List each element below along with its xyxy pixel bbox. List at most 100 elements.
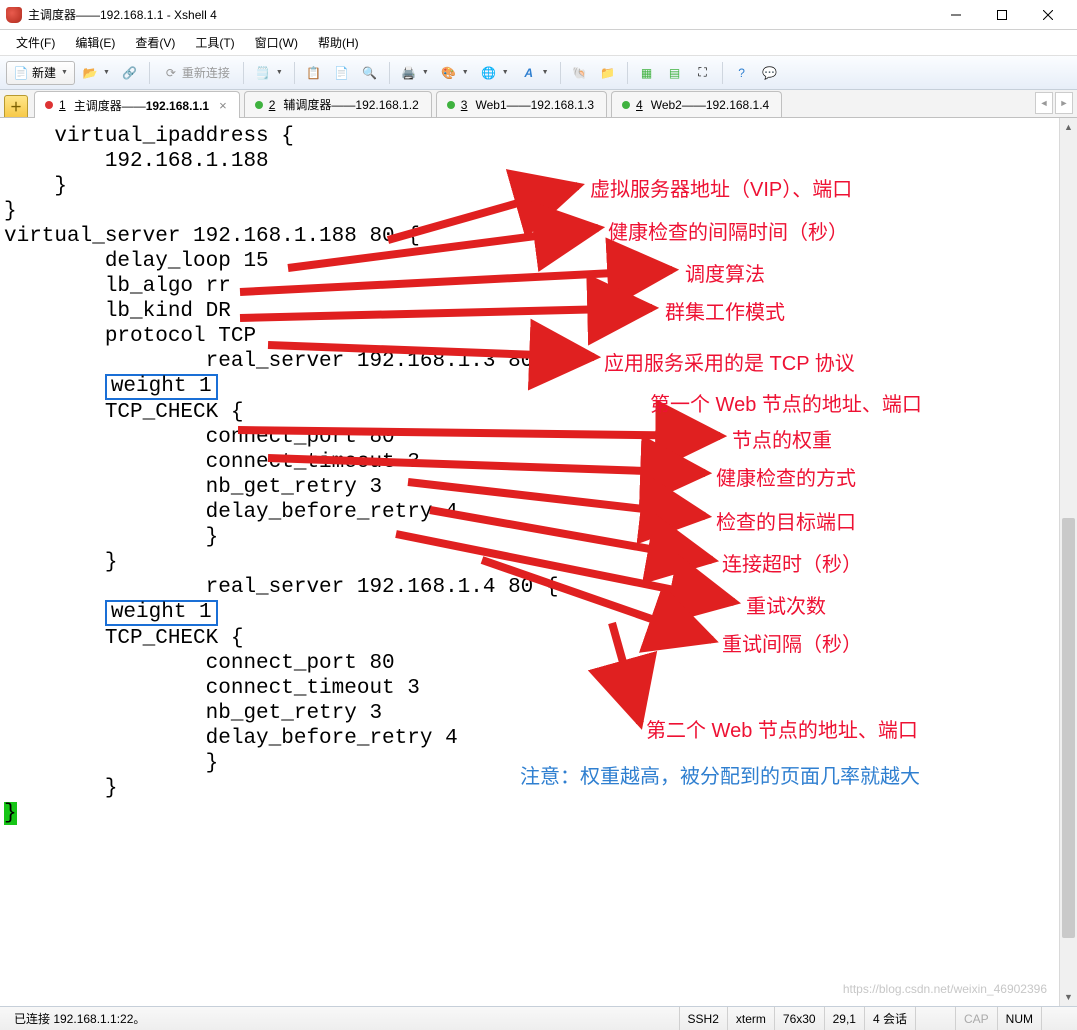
xftp-icon: 📁 (600, 65, 616, 81)
tab-nav-arrows: ◄ ► (1035, 92, 1073, 114)
help-icon: ? (734, 65, 750, 81)
terminal-line: virtual_ipaddress { (4, 124, 1059, 149)
terminal-line: connect_timeout 3 (4, 450, 1059, 475)
scroll-down-button[interactable]: ▼ (1060, 988, 1077, 1006)
speech-icon: 💬 (762, 65, 778, 81)
terminal-line: } (4, 525, 1059, 550)
tab-scroll-right[interactable]: ► (1055, 92, 1073, 114)
cascade-icon: ▤ (667, 65, 683, 81)
terminal-line: } (4, 751, 1059, 776)
vertical-scrollbar[interactable]: ▲ ▼ (1059, 118, 1077, 1006)
terminal-line: delay_before_retry 4 (4, 726, 1059, 751)
fullscreen-icon: ⛶ (695, 65, 711, 81)
terminal-line: virtual_server 192.168.1.188 80 { (4, 224, 1059, 249)
menu-5[interactable]: 帮助(H) (308, 31, 369, 54)
new-tab-button[interactable]: ＋ (4, 95, 28, 117)
chevron-down-icon: ▼ (276, 69, 283, 76)
copy-button[interactable]: 📋 (301, 61, 327, 85)
tab-label: 辅调度器——192.168.1.2 (283, 96, 418, 113)
menu-0[interactable]: 文件(F) (6, 31, 65, 54)
xftp-button[interactable]: 📁 (595, 61, 621, 85)
menu-4[interactable]: 窗口(W) (245, 31, 308, 54)
terminal-line: nb_get_retry 3 (4, 701, 1059, 726)
tab-label: Web1——192.168.1.3 (475, 98, 594, 112)
status-bar: 已连接 192.168.1.1:22。 SSH2 xterm 76x30 29,… (0, 1006, 1077, 1030)
chevron-down-icon: ▼ (61, 69, 68, 76)
new-button[interactable]: 📄 新建 ▼ (6, 61, 75, 85)
status-connection: 已连接 192.168.1.1:22。 (6, 1007, 679, 1030)
paste-button[interactable]: 📄 (329, 61, 355, 85)
status-dot-icon (255, 101, 263, 109)
tab-number: 4 (636, 98, 643, 112)
scrollbar-thumb[interactable] (1062, 518, 1075, 938)
titlebar: 主调度器——192.168.1.1 - Xshell 4 (0, 0, 1077, 30)
scroll-up-button[interactable]: ▲ (1060, 118, 1077, 136)
fullscreen-button[interactable]: ⛶ (690, 61, 716, 85)
tab-2[interactable]: 3Web1——192.168.1.3 (436, 91, 607, 117)
menubar: 文件(F)编辑(E)查看(V)工具(T)窗口(W)帮助(H) (0, 30, 1077, 56)
color-scheme-button[interactable]: 🎨▼ (436, 61, 474, 85)
app-icon (6, 7, 22, 23)
status-sessions: 4 会话 (864, 1007, 915, 1030)
reconnect-label: 重新连接 (182, 64, 230, 81)
terminal-line: TCP_CHECK { (4, 400, 1059, 425)
terminal-line: lb_kind DR (4, 299, 1059, 324)
chevron-down-icon: ▼ (462, 69, 469, 76)
tab-1[interactable]: 2 辅调度器——192.168.1.2 (244, 91, 432, 117)
terminal-line: } (4, 801, 1059, 826)
properties-button[interactable]: 🗒️▼ (250, 61, 288, 85)
terminal-line: } (4, 550, 1059, 575)
tab-3[interactable]: 4Web2——192.168.1.4 (611, 91, 782, 117)
search-icon: 🔍 (362, 65, 378, 81)
tile-button[interactable]: ▦ (634, 61, 660, 85)
globe-icon: 🌐 (481, 65, 497, 81)
reconnect-button[interactable]: ⟳ 重新连接 (156, 61, 237, 85)
terminal[interactable]: virtual_ipaddress { 192.168.1.188 }}virt… (0, 118, 1059, 1006)
status-num: NUM (997, 1007, 1041, 1030)
language-button[interactable]: 🌐▼ (476, 61, 514, 85)
toolbar-separator (722, 62, 723, 84)
terminal-line: } (4, 174, 1059, 199)
status-dot-icon (622, 101, 630, 109)
terminal-line: protocol TCP (4, 324, 1059, 349)
refresh-icon: ⟳ (163, 65, 179, 81)
terminal-line: weight 1 (4, 600, 1059, 626)
maximize-button[interactable] (979, 0, 1025, 30)
tab-number: 2 (269, 98, 276, 112)
terminal-line: nb_get_retry 3 (4, 475, 1059, 500)
xshell-button[interactable]: 🐚 (567, 61, 593, 85)
menu-3[interactable]: 工具(T) (185, 31, 244, 54)
menu-2[interactable]: 查看(V) (125, 31, 185, 54)
toolbar-separator (627, 62, 628, 84)
status-term-size: 76x30 (774, 1007, 824, 1030)
print-button[interactable]: 🖨️▼ (396, 61, 434, 85)
tab-label: 主调度器——192.168.1.1 (74, 97, 209, 114)
chevron-down-icon: ▼ (422, 69, 429, 76)
tab-strip: ＋ 1主调度器——192.168.1.1×2辅调度器——192.168.1.23… (0, 90, 1077, 118)
close-tab-icon[interactable]: × (219, 98, 227, 113)
close-button[interactable] (1025, 0, 1071, 30)
terminal-line: } (4, 776, 1059, 801)
open-button[interactable]: 📂 ▼ (77, 61, 115, 85)
font-button[interactable]: A▼ (516, 61, 554, 85)
connect-button[interactable]: 🔗 (117, 61, 143, 85)
minimize-button[interactable] (933, 0, 979, 30)
xshell-icon: 🐚 (572, 65, 588, 81)
menu-1[interactable]: 编辑(E) (65, 31, 125, 54)
help-button[interactable]: ? (729, 61, 755, 85)
window-title: 主调度器——192.168.1.1 - Xshell 4 (28, 6, 217, 23)
tab-0[interactable]: 1主调度器——192.168.1.1× (34, 91, 240, 118)
status-dot-icon (45, 101, 53, 109)
chevron-down-icon: ▼ (502, 69, 509, 76)
terminal-line: delay_before_retry 4 (4, 500, 1059, 525)
find-button[interactable]: 🔍 (357, 61, 383, 85)
feedback-button[interactable]: 💬 (757, 61, 783, 85)
chevron-down-icon: ▼ (103, 69, 110, 76)
folder-icon: 📂 (82, 65, 98, 81)
palette-icon: 🎨 (441, 65, 457, 81)
tab-scroll-left[interactable]: ◄ (1035, 92, 1053, 114)
toolbar-separator (560, 62, 561, 84)
terminal-line: connect_port 80 (4, 651, 1059, 676)
terminal-line: TCP_CHECK { (4, 626, 1059, 651)
cascade-button[interactable]: ▤ (662, 61, 688, 85)
